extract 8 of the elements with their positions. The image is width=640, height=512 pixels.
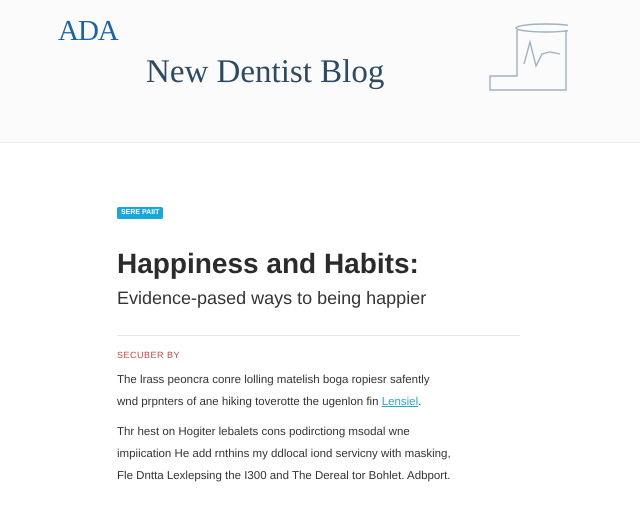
- article-title: Happiness and Habits:: [117, 247, 420, 281]
- section-label: SECUBER BY: [117, 350, 182, 361]
- paragraph: The lrass peoncra conre lolling matelish boga ropiesr safently wnd prpnters of ane hiking toverotte the ugenlon fin Lensiel.: [117, 372, 431, 410]
- blog-title: New Dentist Blog: [146, 54, 384, 90]
- text-link[interactable]: Lensiel: [382, 396, 418, 408]
- logo[interactable]: ADA: [58, 16, 118, 48]
- paragraph: Thr hest on Hogiter lebalets cons podirctiong msodal wne impiication He add rnthins my ddlocal iond servicny with masking, Fle Dntta Lexlepsing the I300 and The Dereal tor Bohlet. Adbport.: [117, 424, 452, 484]
- article-subtitle: Evidence-pased ways to being happier: [117, 288, 428, 310]
